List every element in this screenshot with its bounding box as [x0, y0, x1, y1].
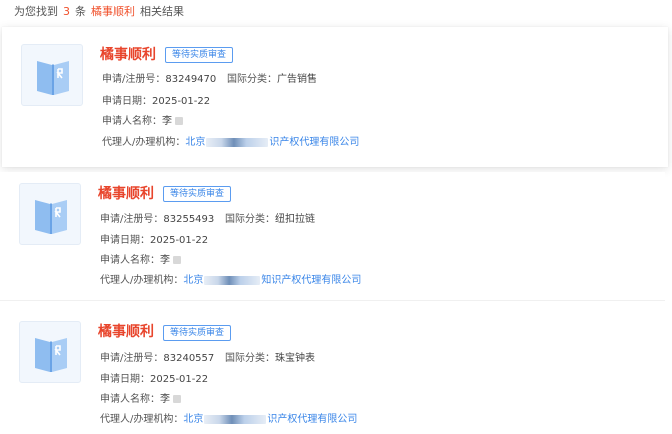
apply-date-label: 申请日期：	[100, 235, 150, 246]
intl-class-label: 国际分类：	[225, 214, 275, 225]
apply-date-row: 申请日期：2025-01-22	[100, 233, 208, 249]
applicant-row: 申请人名称：李	[102, 114, 183, 130]
trademark-name[interactable]: 橘事顺利	[98, 185, 154, 203]
status-badge: 等待实质审查	[165, 47, 234, 63]
applicant-label: 申请人名称：	[100, 394, 160, 405]
agent-row: 代理人/办理机构：北京 识产权代理有限公司	[102, 135, 359, 151]
redaction-mask	[206, 137, 269, 147]
reg-info-row: 申请/注册号：83240557 国际分类：珠宝钟表	[100, 351, 315, 367]
trademark-thumbnail[interactable]	[19, 321, 81, 383]
apply-date-value: 2025-01-22	[150, 235, 209, 246]
agent-link[interactable]: 北京 识产权代理有限公司	[185, 137, 359, 148]
reg-no-label: 申请/注册号：	[100, 214, 164, 225]
results-summary: 为您找到 3 条橘事顺利 相关结果	[14, 3, 184, 21]
agent-row: 代理人/办理机构：北京 知识产权代理有限公司	[100, 273, 361, 289]
agent-label: 代理人/办理机构：	[102, 137, 186, 148]
applicant-label: 申请人名称：	[102, 116, 162, 127]
trademark-name[interactable]: 橘事顺利	[100, 46, 156, 64]
reg-no-value: 83255493	[163, 214, 215, 225]
reg-no-value: 83249470	[165, 74, 217, 85]
reg-no-label: 申请/注册号：	[102, 74, 166, 85]
intl-class-value: 纽扣拉链	[275, 214, 315, 225]
result-card[interactable]: 橘事顺利 等待实质审查 申请/注册号：83249470 国际分类：广告销售 申请…	[2, 27, 668, 167]
result-card[interactable]: 橘事顺利 等待实质审查 申请/注册号：83240557 国际分类：珠宝钟表 申请…	[0, 309, 665, 434]
trademark-thumbnail[interactable]	[21, 44, 83, 106]
agent-name-start: 北京	[183, 275, 204, 286]
applicant-value: 李	[162, 116, 172, 127]
agent-name-end: 知识产权代理有限公司	[261, 275, 362, 286]
applicant-value: 李	[160, 255, 170, 266]
applicant-label: 申请人名称：	[100, 255, 160, 266]
summary-suffix: 相关结果	[140, 5, 184, 18]
apply-date-label: 申请日期：	[102, 96, 152, 107]
trademark-thumbnail[interactable]	[19, 183, 81, 245]
intl-class-value: 珠宝钟表	[275, 353, 315, 364]
reg-info-row: 申请/注册号：83249470 国际分类：广告销售	[102, 72, 317, 88]
summary-unit: 条	[75, 5, 86, 18]
reg-info-row: 申请/注册号：83255493 国际分类：纽扣拉链	[100, 212, 315, 228]
agent-name-end: 识产权代理有限公司	[267, 414, 358, 425]
agent-label: 代理人/办理机构：	[100, 275, 184, 286]
redaction-mask	[173, 256, 181, 264]
apply-date-value: 2025-01-22	[152, 96, 211, 107]
result-card[interactable]: 橘事顺利 等待实质审查 申请/注册号：83255493 国际分类：纽扣拉链 申请…	[0, 172, 665, 301]
intl-class-value: 广告销售	[277, 74, 317, 85]
intl-class-label: 国际分类：	[227, 74, 277, 85]
applicant-row: 申请人名称：李	[100, 253, 181, 269]
agent-label: 代理人/办理机构：	[100, 414, 184, 425]
status-badge: 等待实质审查	[163, 325, 232, 341]
redaction-mask	[173, 395, 181, 403]
agent-link[interactable]: 北京 知识产权代理有限公司	[183, 275, 361, 286]
redaction-mask	[204, 414, 267, 424]
search-keyword: 橘事顺利	[91, 5, 135, 18]
search-results-page: 为您找到 3 条橘事顺利 相关结果 橘事顺利 等待实质审查 申请/注册号：832494…	[0, 0, 672, 434]
reg-no-value: 83240557	[163, 353, 215, 364]
status-badge: 等待实质审查	[163, 186, 232, 202]
book-icon	[35, 338, 67, 372]
reg-no-label: 申请/注册号：	[100, 353, 164, 364]
intl-class-label: 国际分类：	[225, 353, 275, 364]
book-icon	[37, 61, 69, 95]
trademark-name[interactable]: 橘事顺利	[98, 323, 154, 341]
applicant-value: 李	[160, 394, 170, 405]
agent-row: 代理人/办理机构：北京 识产权代理有限公司	[100, 412, 357, 428]
agent-name-start: 北京	[183, 414, 204, 425]
apply-date-row: 申请日期：2025-01-22	[102, 94, 210, 110]
result-count: 3	[63, 5, 70, 18]
agent-link[interactable]: 北京 识产权代理有限公司	[183, 414, 357, 425]
redaction-mask	[175, 117, 183, 125]
agent-name-start: 北京	[185, 137, 206, 148]
agent-name-end: 识产权代理有限公司	[269, 137, 360, 148]
applicant-row: 申请人名称：李	[100, 392, 181, 408]
summary-prefix: 为您找到	[14, 5, 58, 18]
book-icon	[35, 200, 67, 234]
redaction-mask	[204, 275, 261, 285]
apply-date-row: 申请日期：2025-01-22	[100, 372, 208, 388]
apply-date-value: 2025-01-22	[150, 374, 209, 385]
apply-date-label: 申请日期：	[100, 374, 150, 385]
